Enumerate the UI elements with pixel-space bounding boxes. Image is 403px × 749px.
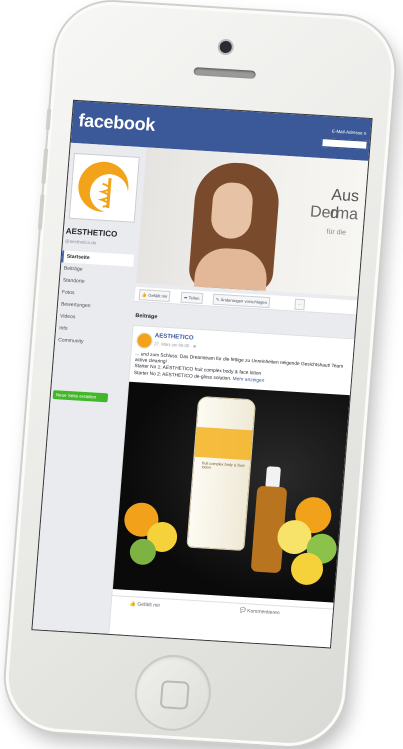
page-handle[interactable]: @aesthetico.de bbox=[65, 239, 97, 246]
post-author[interactable]: AESTHETICO bbox=[155, 333, 194, 341]
post-timestamp[interactable]: 27. März um 05:00 · ⊕ bbox=[154, 341, 196, 349]
share-icon: ➦ bbox=[183, 294, 188, 301]
lime-fruit bbox=[128, 538, 157, 566]
page-nav: Startseite Beiträge Standorte Fotos Bewe… bbox=[55, 250, 135, 350]
phone-screen: facebook E-Mail-Adresse o AESTHETICO @ae… bbox=[31, 99, 373, 649]
suggest-edits-button[interactable]: ✎ Änderungen vorschlagen bbox=[212, 293, 271, 309]
like-post-label: Gefällt mir bbox=[137, 601, 161, 609]
posts-heading: Beiträge bbox=[135, 312, 158, 321]
thumbs-up-icon: 👍 bbox=[129, 601, 137, 608]
comment-post-label: Kommentieren bbox=[246, 608, 280, 617]
email-input[interactable] bbox=[321, 138, 368, 150]
share-page-button[interactable]: ➦ Teilen bbox=[180, 291, 203, 305]
email-label: E-Mail-Adresse o bbox=[331, 128, 367, 136]
show-more-link[interactable]: Mehr anzeigen bbox=[232, 377, 264, 384]
staff-of-asclepius-icon bbox=[97, 178, 112, 209]
share-page-label: Teilen bbox=[188, 295, 200, 301]
pencil-icon: ✎ bbox=[215, 296, 220, 303]
lotion-tube: fruit complex body & face lotion bbox=[186, 395, 257, 552]
home-square-icon bbox=[159, 680, 190, 710]
post-avatar[interactable] bbox=[135, 332, 154, 350]
more-options-button[interactable]: ··· bbox=[294, 298, 306, 311]
suggest-edits-label: Änderungen vorschlagen bbox=[220, 297, 268, 305]
like-page-button[interactable]: 👍 Gefällt mir bbox=[138, 289, 171, 303]
post-card: AESTHETICO 27. März um 05:00 · ⊕ ... und… bbox=[108, 324, 357, 649]
page-profile-picture[interactable] bbox=[68, 152, 140, 223]
facebook-logo[interactable]: facebook bbox=[78, 110, 156, 136]
like-post-button[interactable]: 👍 Gefällt mir bbox=[129, 601, 160, 609]
cover-text-line2: Derma bbox=[309, 203, 359, 224]
speech-bubble-icon: 💬 bbox=[239, 607, 247, 615]
create-page-button[interactable]: Neue Seite erstellen bbox=[52, 390, 109, 403]
thumbs-up-icon: 👍 bbox=[141, 292, 148, 298]
aesthetico-logo bbox=[76, 160, 131, 214]
post-product-image[interactable]: fruit complex body & face lotion bbox=[112, 381, 351, 603]
page-name[interactable]: AESTHETICO bbox=[65, 227, 117, 239]
cover-photo[interactable]: Aus d Derma für die bbox=[135, 147, 369, 297]
tube-label: fruit complex body & face lotion bbox=[201, 461, 245, 470]
like-page-label: Gefällt mir bbox=[148, 292, 168, 299]
smartphone: facebook E-Mail-Adresse o AESTHETICO @ae… bbox=[1, 0, 399, 749]
comment-post-button[interactable]: 💬 Kommentieren bbox=[239, 608, 280, 616]
cover-text-line3: für die bbox=[326, 228, 347, 237]
